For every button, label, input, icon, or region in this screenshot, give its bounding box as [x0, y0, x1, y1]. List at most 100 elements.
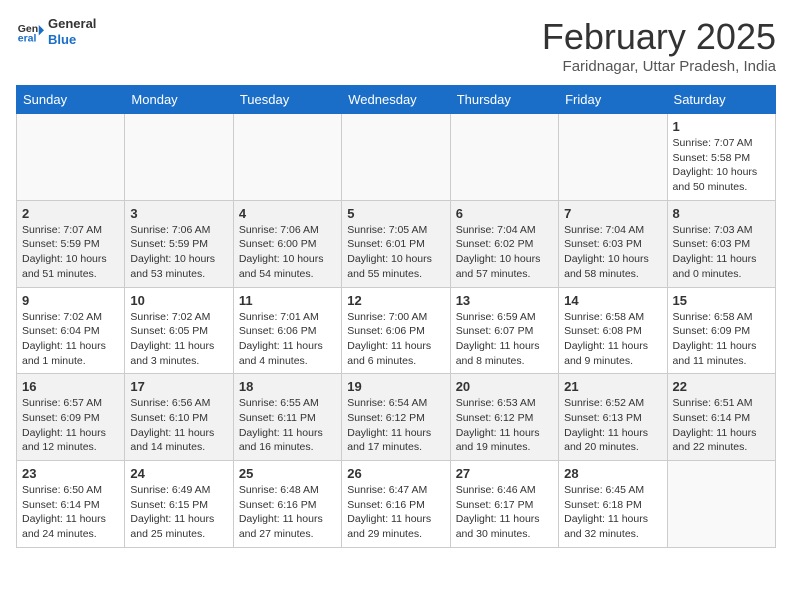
day-number: 7 [564, 206, 661, 221]
calendar-cell [233, 114, 341, 201]
title-block: February 2025 Faridnagar, Uttar Pradesh,… [542, 16, 776, 75]
week-row-2: 2 Sunrise: 7:07 AM Sunset: 5:59 PM Daylig… [17, 200, 776, 287]
calendar-table: SundayMondayTuesdayWednesdayThursdayFrid… [16, 85, 776, 548]
weekday-header-row: SundayMondayTuesdayWednesdayThursdayFrid… [17, 86, 776, 114]
day-number: 10 [130, 293, 227, 308]
calendar-cell: 24 Sunrise: 6:49 AM Sunset: 6:15 PM Dayli… [125, 461, 233, 548]
day-info: Sunrise: 6:50 AM Sunset: 6:14 PM Dayligh… [22, 483, 119, 542]
day-number: 2 [22, 206, 119, 221]
day-info: Sunrise: 6:58 AM Sunset: 6:09 PM Dayligh… [673, 310, 770, 369]
day-number: 12 [347, 293, 444, 308]
calendar-cell: 22 Sunrise: 6:51 AM Sunset: 6:14 PM Dayli… [667, 374, 775, 461]
day-info: Sunrise: 6:51 AM Sunset: 6:14 PM Dayligh… [673, 396, 770, 455]
day-info: Sunrise: 6:54 AM Sunset: 6:12 PM Dayligh… [347, 396, 444, 455]
day-info: Sunrise: 7:02 AM Sunset: 6:04 PM Dayligh… [22, 310, 119, 369]
calendar-cell: 8 Sunrise: 7:03 AM Sunset: 6:03 PM Daylig… [667, 200, 775, 287]
calendar-cell: 1 Sunrise: 7:07 AM Sunset: 5:58 PM Daylig… [667, 114, 775, 201]
calendar-cell: 21 Sunrise: 6:52 AM Sunset: 6:13 PM Dayli… [559, 374, 667, 461]
day-number: 22 [673, 379, 770, 394]
day-info: Sunrise: 7:02 AM Sunset: 6:05 PM Dayligh… [130, 310, 227, 369]
day-number: 27 [456, 466, 553, 481]
day-number: 1 [673, 119, 770, 134]
svg-text:eral: eral [18, 32, 37, 44]
day-info: Sunrise: 6:48 AM Sunset: 6:16 PM Dayligh… [239, 483, 336, 542]
day-info: Sunrise: 7:00 AM Sunset: 6:06 PM Dayligh… [347, 310, 444, 369]
weekday-header-wednesday: Wednesday [342, 86, 450, 114]
day-number: 17 [130, 379, 227, 394]
day-number: 5 [347, 206, 444, 221]
page-header: Gen eral General Blue February 2025 Fari… [16, 16, 776, 75]
calendar-cell: 11 Sunrise: 7:01 AM Sunset: 6:06 PM Dayli… [233, 287, 341, 374]
day-info: Sunrise: 6:57 AM Sunset: 6:09 PM Dayligh… [22, 396, 119, 455]
weekday-header-friday: Friday [559, 86, 667, 114]
calendar-cell: 13 Sunrise: 6:59 AM Sunset: 6:07 PM Dayli… [450, 287, 558, 374]
calendar-cell: 2 Sunrise: 7:07 AM Sunset: 5:59 PM Daylig… [17, 200, 125, 287]
day-number: 14 [564, 293, 661, 308]
day-info: Sunrise: 7:07 AM Sunset: 5:59 PM Dayligh… [22, 223, 119, 282]
day-info: Sunrise: 7:04 AM Sunset: 6:02 PM Dayligh… [456, 223, 553, 282]
day-number: 4 [239, 206, 336, 221]
calendar-cell [342, 114, 450, 201]
logo-icon: Gen eral [16, 18, 44, 46]
day-info: Sunrise: 7:03 AM Sunset: 6:03 PM Dayligh… [673, 223, 770, 282]
location-subtitle: Faridnagar, Uttar Pradesh, India [542, 58, 776, 75]
day-info: Sunrise: 6:53 AM Sunset: 6:12 PM Dayligh… [456, 396, 553, 455]
month-year-title: February 2025 [542, 16, 776, 58]
week-row-3: 9 Sunrise: 7:02 AM Sunset: 6:04 PM Daylig… [17, 287, 776, 374]
day-number: 18 [239, 379, 336, 394]
day-info: Sunrise: 7:07 AM Sunset: 5:58 PM Dayligh… [673, 136, 770, 195]
weekday-header-tuesday: Tuesday [233, 86, 341, 114]
day-number: 28 [564, 466, 661, 481]
calendar-cell: 3Sunrise: 7:06 AM Sunset: 5:59 PM Daylig… [125, 200, 233, 287]
calendar-cell: 15 Sunrise: 6:58 AM Sunset: 6:09 PM Dayli… [667, 287, 775, 374]
day-number: 13 [456, 293, 553, 308]
day-info: Sunrise: 6:55 AM Sunset: 6:11 PM Dayligh… [239, 396, 336, 455]
calendar-cell: 28 Sunrise: 6:45 AM Sunset: 6:18 PM Dayli… [559, 461, 667, 548]
day-info: Sunrise: 6:49 AM Sunset: 6:15 PM Dayligh… [130, 483, 227, 542]
day-number: 8 [673, 206, 770, 221]
calendar-cell: 26 Sunrise: 6:47 AM Sunset: 6:16 PM Dayli… [342, 461, 450, 548]
day-number: 15 [673, 293, 770, 308]
day-info: Sunrise: 7:01 AM Sunset: 6:06 PM Dayligh… [239, 310, 336, 369]
calendar-cell: 23 Sunrise: 6:50 AM Sunset: 6:14 PM Dayli… [17, 461, 125, 548]
week-row-1: 1 Sunrise: 7:07 AM Sunset: 5:58 PM Daylig… [17, 114, 776, 201]
weekday-header-saturday: Saturday [667, 86, 775, 114]
day-info: Sunrise: 7:05 AM Sunset: 6:01 PM Dayligh… [347, 223, 444, 282]
calendar-cell: 20 Sunrise: 6:53 AM Sunset: 6:12 PM Dayli… [450, 374, 558, 461]
day-number: 21 [564, 379, 661, 394]
day-info: Sunrise: 6:56 AM Sunset: 6:10 PM Dayligh… [130, 396, 227, 455]
calendar-cell: 25Sunrise: 6:48 AM Sunset: 6:16 PM Dayli… [233, 461, 341, 548]
calendar-cell: 18 Sunrise: 6:55 AM Sunset: 6:11 PM Dayli… [233, 374, 341, 461]
week-row-4: 16 Sunrise: 6:57 AM Sunset: 6:09 PM Dayli… [17, 374, 776, 461]
day-number: 26 [347, 466, 444, 481]
day-info: Sunrise: 6:58 AM Sunset: 6:08 PM Dayligh… [564, 310, 661, 369]
day-number: 16 [22, 379, 119, 394]
day-number: 3 [130, 206, 227, 221]
calendar-cell [450, 114, 558, 201]
day-info: Sunrise: 6:52 AM Sunset: 6:13 PM Dayligh… [564, 396, 661, 455]
week-row-5: 23 Sunrise: 6:50 AM Sunset: 6:14 PM Dayli… [17, 461, 776, 548]
day-number: 23 [22, 466, 119, 481]
day-number: 9 [22, 293, 119, 308]
calendar-cell: 12 Sunrise: 7:00 AM Sunset: 6:06 PM Dayli… [342, 287, 450, 374]
logo-general: General [48, 16, 96, 31]
day-number: 24 [130, 466, 227, 481]
calendar-cell: 6Sunrise: 7:04 AM Sunset: 6:02 PM Daylig… [450, 200, 558, 287]
weekday-header-monday: Monday [125, 86, 233, 114]
day-info: Sunrise: 7:06 AM Sunset: 6:00 PM Dayligh… [239, 223, 336, 282]
calendar-cell: 16 Sunrise: 6:57 AM Sunset: 6:09 PM Dayli… [17, 374, 125, 461]
calendar-cell: 27 Sunrise: 6:46 AM Sunset: 6:17 PM Dayli… [450, 461, 558, 548]
day-number: 20 [456, 379, 553, 394]
day-info: Sunrise: 6:59 AM Sunset: 6:07 PM Dayligh… [456, 310, 553, 369]
calendar-cell [17, 114, 125, 201]
day-info: Sunrise: 6:45 AM Sunset: 6:18 PM Dayligh… [564, 483, 661, 542]
day-info: Sunrise: 6:47 AM Sunset: 6:16 PM Dayligh… [347, 483, 444, 542]
logo-blue: Blue [48, 32, 76, 47]
calendar-cell: 4 Sunrise: 7:06 AM Sunset: 6:00 PM Daylig… [233, 200, 341, 287]
calendar-cell: 7Sunrise: 7:04 AM Sunset: 6:03 PM Daylig… [559, 200, 667, 287]
calendar-cell [125, 114, 233, 201]
day-info: Sunrise: 6:46 AM Sunset: 6:17 PM Dayligh… [456, 483, 553, 542]
day-number: 19 [347, 379, 444, 394]
day-number: 11 [239, 293, 336, 308]
calendar-cell: 17 Sunrise: 6:56 AM Sunset: 6:10 PM Dayli… [125, 374, 233, 461]
